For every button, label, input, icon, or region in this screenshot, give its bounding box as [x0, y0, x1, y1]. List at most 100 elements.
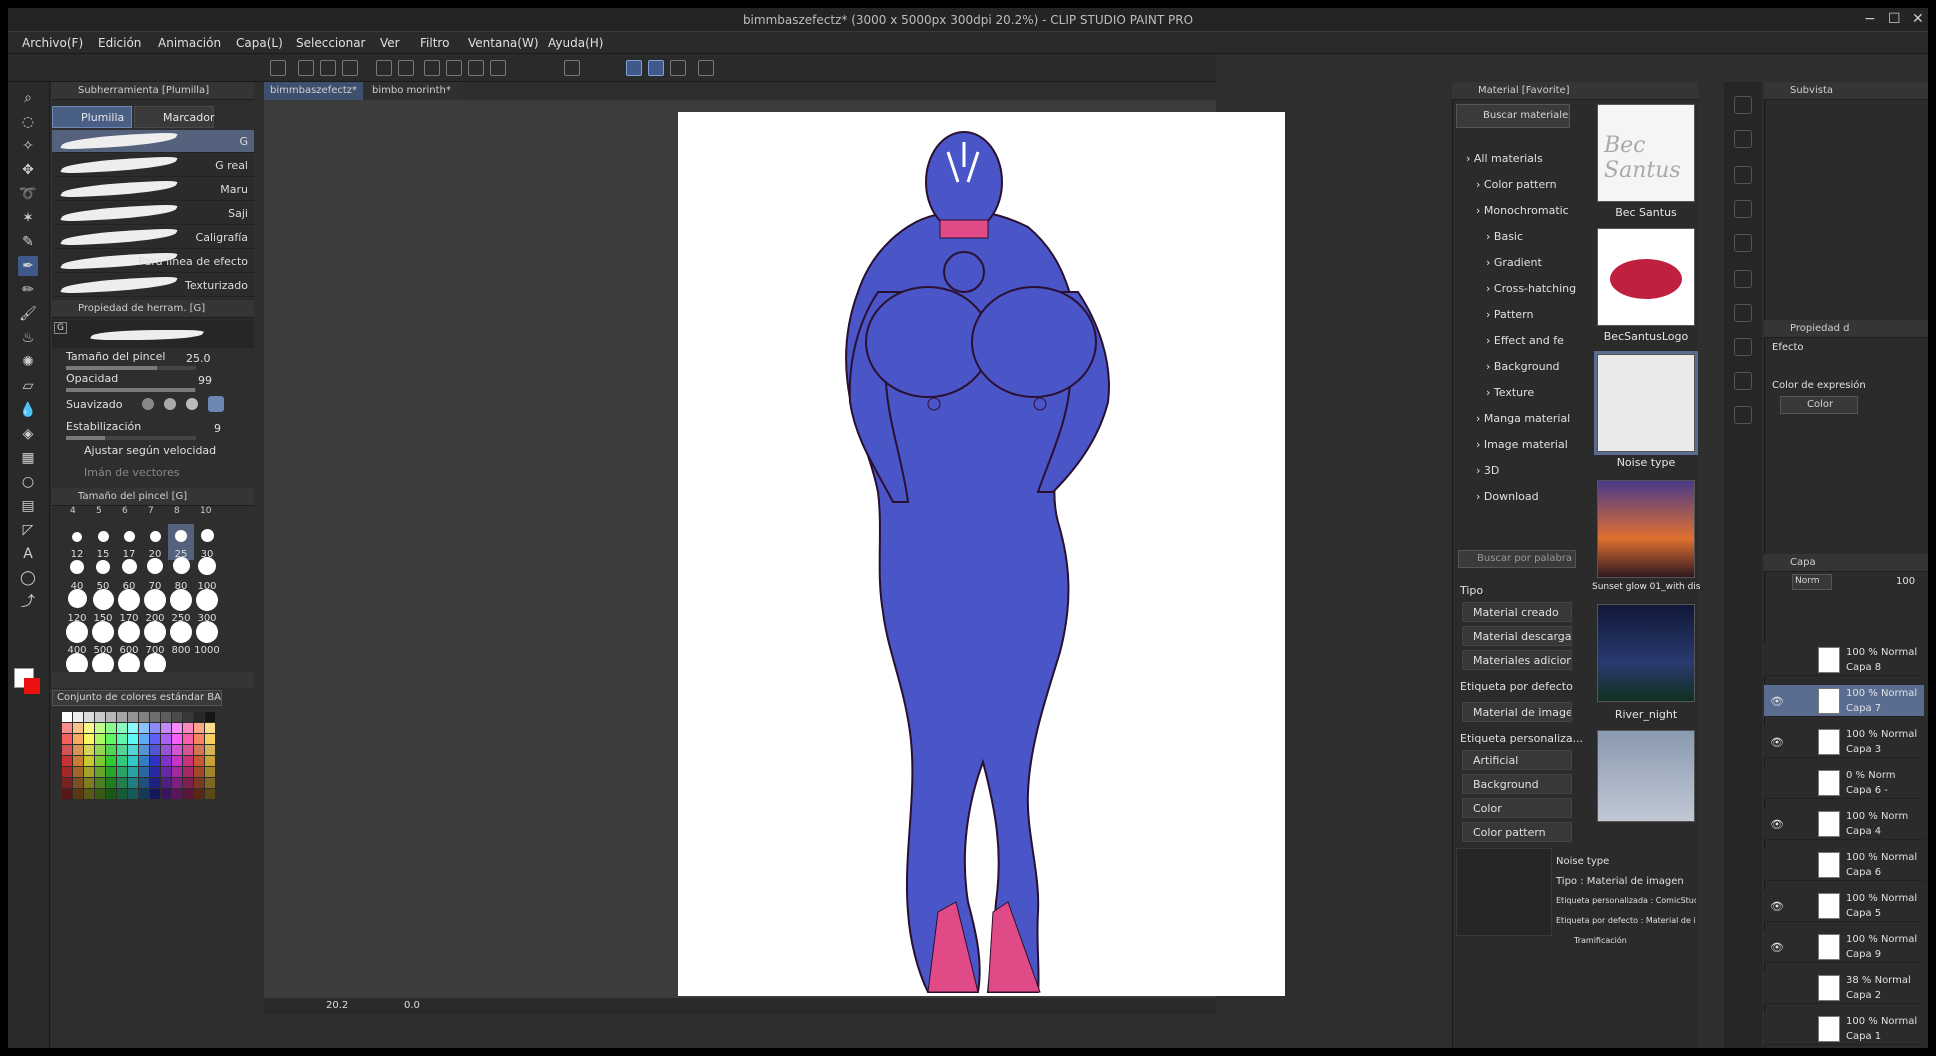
- color-swatch[interactable]: [194, 745, 204, 755]
- color-swatch[interactable]: [117, 767, 127, 777]
- color-swatch[interactable]: [194, 767, 204, 777]
- color-swatch[interactable]: [150, 767, 160, 777]
- material-thumb-sunset[interactable]: [1597, 480, 1695, 578]
- color-swatch[interactable]: [150, 756, 160, 766]
- redo-icon[interactable]: [398, 60, 414, 76]
- color-swatch[interactable]: [84, 767, 94, 777]
- color-swatch[interactable]: [150, 745, 160, 755]
- brush-size-option[interactable]: 15: [90, 524, 116, 560]
- color-swatch[interactable]: [161, 734, 171, 744]
- brush-size-option[interactable]: 250: [168, 588, 194, 624]
- layer-row[interactable]: 👁 100 % Norm Capa 4: [1764, 808, 1924, 840]
- layer-row[interactable]: 👁 100 % Normal Capa 5: [1764, 890, 1924, 922]
- brush-size-option[interactable]: 60: [116, 556, 142, 592]
- color-swatch[interactable]: [150, 734, 160, 744]
- color-swatch[interactable]: [128, 734, 138, 744]
- color-swatch[interactable]: [194, 756, 204, 766]
- color-swatch[interactable]: [205, 723, 215, 733]
- color-swatch[interactable]: [117, 778, 127, 788]
- material-icon[interactable]: [1734, 200, 1752, 218]
- material-icon[interactable]: [1734, 338, 1752, 356]
- color-swatch[interactable]: [194, 778, 204, 788]
- visibility-eye-icon[interactable]: 👁: [1770, 941, 1784, 954]
- tag-background[interactable]: Background: [1462, 774, 1572, 794]
- brush-icon[interactable]: 🖌: [18, 304, 38, 324]
- color-swatch[interactable]: [95, 734, 105, 744]
- color-swatch[interactable]: [194, 712, 204, 722]
- color-swatch[interactable]: [205, 778, 215, 788]
- airbrush-icon[interactable]: ♨: [18, 328, 38, 348]
- color-swatch[interactable]: [205, 745, 215, 755]
- color-swatch[interactable]: [205, 734, 215, 744]
- material-thumb-logo[interactable]: [1597, 228, 1695, 326]
- color-swatch[interactable]: [84, 723, 94, 733]
- material-tree-item[interactable]: › All materials: [1466, 152, 1576, 165]
- brush-item[interactable]: Maru: [52, 178, 254, 201]
- save-icon[interactable]: [342, 60, 358, 76]
- sub-color-swatch[interactable]: [24, 678, 40, 694]
- visibility-eye-icon[interactable]: 👁: [1770, 695, 1784, 708]
- material-icon[interactable]: [1734, 270, 1752, 288]
- new-file-icon[interactable]: [298, 60, 314, 76]
- detail-tramificacion[interactable]: Tramificación: [1574, 936, 1627, 945]
- material-tree-item[interactable]: › Basic: [1486, 230, 1576, 243]
- visibility-eye-icon[interactable]: 👁: [1770, 736, 1784, 749]
- text-icon[interactable]: A: [18, 544, 38, 564]
- color-swatch[interactable]: [95, 778, 105, 788]
- brush-size-option[interactable]: 30: [194, 524, 220, 560]
- color-swatch[interactable]: [106, 745, 116, 755]
- brush-size-option[interactable]: 500: [90, 620, 116, 656]
- stabilization-value[interactable]: 9: [214, 422, 221, 435]
- tag-color-pattern[interactable]: Color pattern: [1462, 822, 1572, 842]
- sparkle-icon[interactable]: ✶: [18, 208, 38, 228]
- vector-label[interactable]: Imán de vectores: [84, 466, 180, 479]
- menu-archivo[interactable]: Archivo(F): [22, 36, 83, 50]
- brush-size-value[interactable]: 25.0: [186, 352, 211, 365]
- doc-tab[interactable]: bimbo morinth*: [366, 82, 457, 100]
- layer-row[interactable]: 👁 100 % Normal Capa 3: [1764, 726, 1924, 758]
- color-swatch[interactable]: [73, 756, 83, 766]
- color-swatch[interactable]: [183, 756, 193, 766]
- brush-size-option[interactable]: 150: [90, 588, 116, 624]
- layer-row[interactable]: 👁 100 % Normal Capa 7: [1764, 685, 1924, 717]
- color-swatch[interactable]: [172, 712, 182, 722]
- color-swatch[interactable]: [117, 745, 127, 755]
- snap-special-ruler-icon[interactable]: [626, 60, 642, 76]
- color-swatch[interactable]: [128, 767, 138, 777]
- menu-capa[interactable]: Capa(L): [236, 36, 283, 50]
- blend-mode-select[interactable]: Norm: [1792, 574, 1832, 590]
- color-swatch[interactable]: [128, 778, 138, 788]
- color-swatch[interactable]: [205, 789, 215, 799]
- tab-marcador[interactable]: Marcador: [134, 106, 215, 128]
- color-swatch[interactable]: [95, 756, 105, 766]
- speed-label[interactable]: Ajustar según velocidad: [84, 444, 216, 457]
- color-swatch[interactable]: [62, 767, 72, 777]
- color-swatch[interactable]: [150, 723, 160, 733]
- color-swatch[interactable]: [161, 723, 171, 733]
- figure-icon[interactable]: ○: [18, 472, 38, 492]
- color-swatch[interactable]: [117, 723, 127, 733]
- snap-ruler-icon[interactable]: [564, 60, 580, 76]
- color-swatch[interactable]: [73, 789, 83, 799]
- color-swatch[interactable]: [62, 778, 72, 788]
- color-swatch[interactable]: [73, 745, 83, 755]
- brush-size-option[interactable]: 20: [142, 524, 168, 560]
- material-tree-item[interactable]: › Download: [1476, 490, 1576, 503]
- color-swatch[interactable]: [73, 723, 83, 733]
- ruler-icon[interactable]: [670, 60, 686, 76]
- color-swatch[interactable]: [139, 712, 149, 722]
- brush-size-option[interactable]: 1000: [194, 620, 220, 656]
- material-icon[interactable]: [1734, 304, 1752, 322]
- fill-bucket-icon[interactable]: ◈: [18, 424, 38, 444]
- brush-size-option[interactable]: 120: [64, 588, 90, 624]
- color-swatch[interactable]: [106, 778, 116, 788]
- color-swatch[interactable]: [194, 734, 204, 744]
- brush-item[interactable]: Caligrafía: [52, 226, 254, 249]
- layer-row[interactable]: 100 % Normal Capa 6: [1764, 849, 1924, 881]
- material-tree-item[interactable]: › 3D: [1476, 464, 1576, 477]
- minimize-icon[interactable]: −: [1864, 11, 1876, 27]
- visibility-eye-icon[interactable]: 👁: [1770, 900, 1784, 913]
- brush-item[interactable]: G: [52, 130, 254, 153]
- color-swatch[interactable]: [205, 756, 215, 766]
- color-swatch[interactable]: [194, 789, 204, 799]
